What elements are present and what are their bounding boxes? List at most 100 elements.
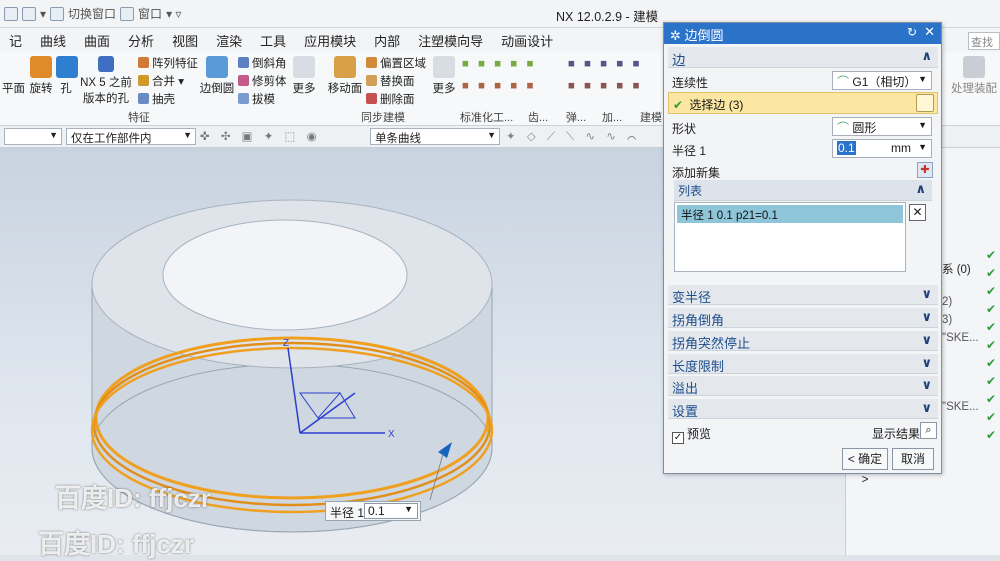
undo-icon[interactable] bbox=[22, 6, 36, 21]
array-feature-button[interactable]: 阵列特征 bbox=[138, 55, 198, 71]
onscreen-radius-input[interactable]: 半径 1 0.1 ▼ bbox=[325, 501, 421, 521]
list-header[interactable]: 列表 ∧ bbox=[674, 180, 932, 201]
radius-input[interactable]: 0.1 mm ▼ bbox=[832, 139, 932, 158]
window-icon[interactable] bbox=[120, 6, 135, 21]
group-label-gear[interactable]: 齿... bbox=[528, 109, 548, 125]
axis-x-label: X bbox=[388, 429, 395, 440]
navigator-row[interactable]: 系 (0) bbox=[942, 261, 971, 277]
section-settings[interactable]: 设置 ∨ bbox=[668, 399, 938, 419]
group-label-feature: 特征 bbox=[128, 112, 150, 124]
more-button-sync[interactable]: 更多 bbox=[430, 56, 458, 96]
merge-button[interactable]: 合并 ▾ bbox=[138, 73, 184, 89]
menu-item[interactable]: 记 bbox=[0, 31, 31, 50]
shape-select[interactable]: ⌒ 圆形 ▼ bbox=[832, 117, 932, 136]
replace-face-button[interactable]: 替换面 bbox=[366, 73, 415, 89]
chevron-down-icon: ∨ bbox=[921, 286, 932, 301]
merge-icon bbox=[138, 75, 149, 86]
window-title: NX 12.0.2.9 - 建模 bbox=[556, 10, 659, 24]
menu-item[interactable]: 内部 bbox=[365, 31, 409, 50]
scope-dropdown[interactable]: 仅在工作部件内 ▼ bbox=[66, 128, 196, 145]
section-edge-header[interactable]: 边 ∧ bbox=[668, 47, 938, 68]
delete-face-button[interactable]: 删除面 bbox=[366, 91, 415, 107]
axis-z-label: Z bbox=[283, 338, 289, 349]
select-edge-row[interactable]: ✔ 选择边 (3) bbox=[668, 92, 938, 114]
onscreen-radius-value[interactable]: 0.1 ▼ bbox=[364, 503, 418, 519]
group-label-build[interactable]: 建模 bbox=[640, 109, 662, 125]
draft-icon bbox=[238, 93, 249, 104]
group-label-add[interactable]: 加... bbox=[602, 109, 622, 125]
add-tools-icons[interactable]: ■ ■ ■ ■ ■ bbox=[568, 80, 643, 92]
preview-checkbox[interactable]: ✓ 预览 bbox=[672, 425, 711, 444]
shell-button[interactable]: 抽壳 bbox=[138, 91, 175, 107]
group-label-sync: 同步建模 bbox=[361, 112, 405, 124]
menu-item[interactable]: 工具 bbox=[251, 31, 295, 50]
rotate-button[interactable]: 旋转 bbox=[28, 56, 54, 96]
edge-blend-button[interactable]: 边倒圆 bbox=[199, 56, 235, 96]
window-menu-button[interactable]: 窗口 bbox=[138, 5, 162, 22]
check-icon: ✔ bbox=[986, 266, 997, 280]
group-label-spring[interactable]: 弹... bbox=[566, 109, 586, 125]
section-corner-setback[interactable]: 拐角倒角 ∨ bbox=[668, 308, 938, 328]
snap-point-icons[interactable]: ✜ ✣ ▣ ✦ ⬚ ◉ bbox=[200, 129, 321, 143]
close-icon[interactable]: ✕ bbox=[924, 24, 935, 40]
menu-item[interactable]: 分析 bbox=[119, 31, 163, 50]
continuity-select[interactable]: ⌒ G1（相切） ▼ bbox=[832, 71, 932, 90]
spring-tools-icons[interactable]: ■ ■ ■ ■ ■ bbox=[568, 58, 643, 70]
process-assembly-button[interactable]: 处理装配 bbox=[950, 56, 998, 96]
cancel-button[interactable]: 取消 bbox=[892, 448, 934, 470]
chevron-down-icon: ▼ bbox=[918, 74, 927, 84]
curve-rule-icons[interactable]: ✦ ◇ ⟋ ⟍ ∿ ∿ ⌒ bbox=[506, 129, 640, 144]
blend-set-list[interactable]: 半径 1 0.1 p21=0.1 bbox=[674, 202, 906, 272]
chevron-down-icon: ▼ bbox=[49, 130, 58, 140]
radius-value[interactable]: 0.1 bbox=[837, 141, 856, 155]
window-switch-icon[interactable] bbox=[50, 6, 65, 21]
reset-icon[interactable]: ↻ bbox=[907, 25, 917, 39]
section-variable-radius[interactable]: 变半径 ∨ bbox=[668, 285, 938, 305]
trim-body-button[interactable]: 修剪体 bbox=[238, 73, 287, 89]
menu-item[interactable]: 视图 bbox=[163, 31, 207, 50]
standard-tools-icons-2[interactable]: ■ ■ ■ ■ ■ bbox=[462, 80, 537, 92]
navigator-row[interactable]: "SKE... bbox=[942, 332, 979, 344]
check-icon: ✔ bbox=[986, 302, 997, 316]
ring-inner-hole[interactable] bbox=[162, 219, 408, 331]
magnifier-icon[interactable]: ⌕ bbox=[920, 422, 937, 439]
select-cube-icon[interactable] bbox=[916, 94, 934, 112]
navigator-row[interactable]: "SKE... bbox=[942, 401, 979, 413]
section-overflow[interactable]: 溢出 ∨ bbox=[668, 376, 938, 396]
section-stop-short[interactable]: 拐角突然停止 ∨ bbox=[668, 331, 938, 351]
type-filter-dropdown[interactable]: ▼ bbox=[4, 128, 62, 145]
dialog-title-bar[interactable]: ✲ 边倒圆 ↻ ✕ bbox=[664, 23, 941, 44]
offset-region-button[interactable]: 偏置区域 bbox=[366, 55, 426, 71]
menu-item[interactable]: 应用模块 bbox=[295, 31, 365, 50]
standard-tools-icons[interactable]: ■ ■ ■ ■ ■ bbox=[462, 58, 537, 70]
chamfer-button[interactable]: 倒斜角 bbox=[238, 55, 287, 71]
hole-button[interactable]: 孔 bbox=[56, 56, 78, 96]
curve-rule-dropdown[interactable]: 单条曲线 ▼ bbox=[370, 128, 500, 145]
menu-item[interactable]: 渲染 bbox=[207, 31, 251, 50]
menu-item[interactable]: 动画设计 bbox=[492, 31, 562, 50]
list-item[interactable]: 半径 1 0.1 p21=0.1 bbox=[677, 205, 903, 223]
more-button-feature[interactable]: 更多 bbox=[290, 56, 318, 96]
plane-button[interactable]: 平面 bbox=[2, 80, 25, 96]
checkbox-checked-icon[interactable]: ✓ bbox=[672, 432, 684, 444]
radius-label: 半径 1 bbox=[672, 144, 707, 158]
menu-item[interactable]: 注塑模向导 bbox=[409, 31, 492, 50]
chevron-down-icon: ∨ bbox=[921, 355, 932, 370]
section-length-limit[interactable]: 长度限制 ∨ bbox=[668, 354, 938, 374]
navigator-row[interactable]: 2) bbox=[942, 296, 952, 308]
replace-face-icon bbox=[366, 75, 377, 86]
menu-item[interactable]: 曲面 bbox=[75, 31, 119, 50]
draft-button[interactable]: 拔模 bbox=[238, 91, 275, 107]
snap-icon[interactable] bbox=[4, 6, 18, 21]
switch-window-button[interactable]: 切换窗口 bbox=[68, 5, 116, 22]
add-set-icon[interactable]: ✚ bbox=[917, 162, 933, 178]
search-input[interactable]: 查找 bbox=[968, 32, 1000, 50]
remove-item-icon[interactable]: ✕ bbox=[909, 204, 926, 221]
move-face-button[interactable]: 移动面 bbox=[326, 56, 364, 96]
group-label-standard[interactable]: 标准化工... bbox=[460, 109, 513, 125]
ok-button[interactable]: < 确定 > bbox=[842, 448, 888, 486]
navigator-row[interactable]: 3) bbox=[942, 314, 952, 326]
trim-icon bbox=[238, 75, 249, 86]
menu-item[interactable]: 曲线 bbox=[31, 31, 75, 50]
nx5-hole-button[interactable]: NX 5 之前 版本的孔 bbox=[80, 56, 132, 106]
